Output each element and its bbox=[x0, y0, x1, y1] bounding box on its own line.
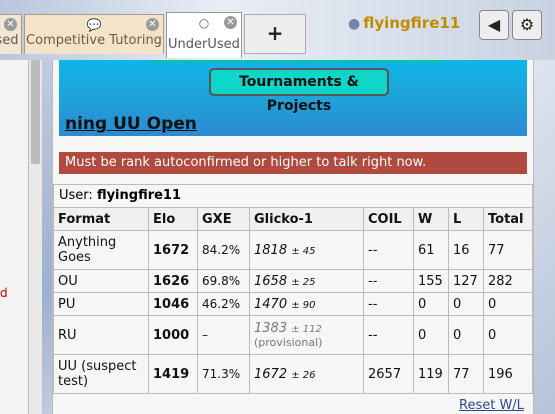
tournaments-projects-button[interactable]: Tournaments & Projects bbox=[209, 68, 389, 114]
banner-title-link[interactable]: ning UU Open bbox=[65, 114, 197, 134]
glicko-cell: 1470 ± 90 bbox=[249, 292, 364, 316]
losses-cell: 127 bbox=[448, 269, 484, 293]
gxe-cell: 84.2% bbox=[197, 230, 250, 270]
wins-cell: 155 bbox=[413, 269, 449, 293]
close-icon[interactable]: ✕ bbox=[4, 18, 17, 31]
new-tab-button[interactable]: + bbox=[244, 14, 306, 54]
glicko-cell: 1818 ± 45 bbox=[249, 230, 364, 270]
user-label: User: bbox=[59, 188, 93, 203]
coil-cell: -- bbox=[363, 230, 414, 270]
tab-bar: ✕ sed 💬 ✕ Competitive Tutoring ○ ✕ Under… bbox=[0, 0, 555, 60]
settings-button[interactable]: ⚙ bbox=[512, 10, 542, 40]
tab-label: Competitive Tutoring bbox=[26, 33, 162, 48]
format-cell: UU (suspect test) bbox=[53, 354, 149, 394]
glicko-cell: 1672 ± 26 bbox=[249, 354, 364, 394]
chat-icon: 💬 bbox=[86, 18, 102, 32]
table-header-row: Format Elo GXE Glicko-1 COIL W L Total bbox=[53, 207, 533, 231]
total-cell: 196 bbox=[483, 354, 533, 394]
total-cell: 0 bbox=[483, 292, 533, 316]
username-label: flyingfire11 bbox=[363, 14, 461, 32]
format-cell: RU bbox=[53, 315, 149, 355]
gxe-cell: 71.3% bbox=[197, 354, 250, 394]
reset-wl-link[interactable]: Reset W/L bbox=[459, 398, 524, 413]
col-header: COIL bbox=[363, 207, 414, 231]
tab-partial[interactable]: ✕ sed bbox=[0, 14, 22, 54]
gxe-cell: 69.8% bbox=[197, 269, 250, 293]
gear-icon: ⚙ bbox=[519, 15, 535, 34]
table-row: Anything Goes 1672 84.2% 1818 ± 45 -- 61… bbox=[53, 230, 533, 270]
col-header: Format bbox=[53, 207, 149, 231]
elo-cell: 1626 bbox=[148, 269, 198, 293]
gxe-cell: 46.2% bbox=[197, 292, 250, 316]
speaker-icon: ◀ bbox=[487, 15, 501, 34]
format-cell: PU bbox=[53, 292, 149, 316]
room-list-panel: d bbox=[0, 60, 29, 414]
room-content: Tournaments & Projects ning UU Open Must… bbox=[52, 60, 534, 414]
plus-icon: + bbox=[266, 21, 284, 45]
scrollbar[interactable] bbox=[28, 60, 42, 414]
col-header: GXE bbox=[197, 207, 250, 231]
tab-label: UnderUsed bbox=[168, 37, 240, 52]
elo-cell: 1000 bbox=[148, 315, 198, 355]
tab-label: sed bbox=[0, 33, 19, 48]
wins-cell: 119 bbox=[413, 354, 449, 394]
wins-cell: 0 bbox=[413, 292, 449, 316]
close-icon[interactable]: ✕ bbox=[224, 16, 237, 29]
ladder-table: User: flyingfire11 Format Elo GXE Glicko… bbox=[53, 184, 533, 394]
table-row: OU 1626 69.8% 1658 ± 25 -- 155 127 282 bbox=[53, 269, 533, 293]
coil-cell: 2657 bbox=[363, 354, 414, 394]
wins-cell: 61 bbox=[413, 230, 449, 270]
elo-cell: 1672 bbox=[148, 230, 198, 270]
provisional-label: (provisional) bbox=[254, 336, 323, 349]
username[interactable]: ● flyingfire11 bbox=[348, 14, 460, 32]
tab-underused[interactable]: ○ ✕ UnderUsed bbox=[166, 12, 242, 58]
table-row: PU 1046 46.2% 1470 ± 90 -- 0 0 0 bbox=[53, 292, 533, 316]
losses-cell: 0 bbox=[448, 315, 484, 355]
sound-button[interactable]: ◀ bbox=[479, 10, 509, 40]
losses-cell: 16 bbox=[448, 230, 484, 270]
losses-cell: 0 bbox=[448, 292, 484, 316]
close-icon[interactable]: ✕ bbox=[146, 18, 159, 31]
total-cell: 282 bbox=[483, 269, 533, 293]
wins-cell: 0 bbox=[413, 315, 449, 355]
col-header: L bbox=[448, 207, 484, 231]
format-cell: OU bbox=[53, 269, 149, 293]
col-header: W bbox=[413, 207, 449, 231]
col-header: Glicko-1 bbox=[249, 207, 364, 231]
table-row: RU 1000 – 1383 ± 112 (provisional) -- 0 0… bbox=[53, 315, 533, 355]
elo-cell: 1046 bbox=[148, 292, 198, 316]
table-row: UU (suspect test) 1419 71.3% 1672 ± 26 2… bbox=[53, 354, 533, 394]
total-cell: 0 bbox=[483, 315, 533, 355]
banner-button-fragment bbox=[154, 60, 444, 63]
coil-cell: -- bbox=[363, 315, 414, 355]
gxe-cell: – bbox=[197, 315, 250, 355]
glicko-cell: 1658 ± 25 bbox=[249, 269, 364, 293]
elo-cell: 1419 bbox=[148, 354, 198, 394]
col-header: Total bbox=[483, 207, 533, 231]
error-message: Must be rank autoconfirmed or higher to … bbox=[59, 152, 527, 174]
format-cell: Anything Goes bbox=[53, 230, 149, 270]
coil-cell: -- bbox=[363, 269, 414, 293]
user-icon: ● bbox=[348, 16, 361, 32]
panel-fragment: d bbox=[0, 286, 8, 300]
ladder-username: flyingfire11 bbox=[96, 188, 182, 203]
room-banner: Tournaments & Projects ning UU Open bbox=[59, 60, 527, 136]
tab-competitive-tutoring[interactable]: 💬 ✕ Competitive Tutoring bbox=[24, 14, 164, 54]
ladder-user-line: User: flyingfire11 bbox=[53, 184, 533, 207]
col-header: Elo bbox=[148, 207, 198, 231]
scrollbar-thumb[interactable] bbox=[31, 60, 40, 164]
coil-cell: -- bbox=[363, 292, 414, 316]
total-cell: 77 bbox=[483, 230, 533, 270]
losses-cell: 77 bbox=[448, 354, 484, 394]
glicko-cell: 1383 ± 112 (provisional) bbox=[249, 315, 364, 355]
